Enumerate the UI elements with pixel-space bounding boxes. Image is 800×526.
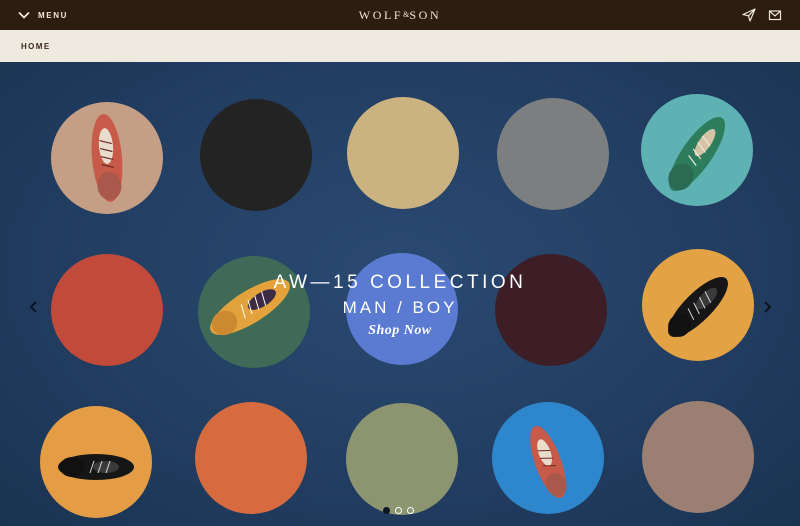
mail-icon <box>768 10 782 21</box>
send-button[interactable] <box>742 8 756 22</box>
slider-next-button[interactable] <box>759 299 775 315</box>
disc-r3-c5 <box>642 401 754 513</box>
slider-prev-button[interactable] <box>26 299 42 315</box>
hero-subtitle: MAN / BOY <box>342 298 458 317</box>
chevron-right-icon <box>764 301 772 313</box>
shoe-icon <box>58 454 134 480</box>
slider-pagination <box>383 507 414 514</box>
breadcrumb-home-link[interactable]: HOME <box>21 42 51 51</box>
disc-r1-c3 <box>347 97 459 209</box>
disc-r1-c4 <box>497 98 609 210</box>
disc-r1-c2 <box>200 99 312 211</box>
shop-now-label: Shop Now <box>368 323 432 338</box>
hero-image <box>40 94 754 518</box>
send-icon <box>742 8 756 22</box>
disc-r2-c1 <box>51 254 163 366</box>
mail-button[interactable] <box>768 8 782 22</box>
disc-r1-c1-with-shoe <box>51 102 163 214</box>
slider-dot-1[interactable] <box>383 507 390 514</box>
disc-r3-c2 <box>195 402 307 514</box>
brand-name-right: SON <box>409 8 442 22</box>
disc-r1-c5-with-shoe <box>641 94 753 206</box>
brand-logo[interactable]: WOLF&SON <box>0 8 800 23</box>
disc-r3-c1-with-shoe <box>40 406 152 518</box>
brand-name-left: WOLF <box>358 8 404 22</box>
shop-now-link[interactable]: Shop Now <box>200 323 600 339</box>
brand-ampersand: & <box>403 10 410 19</box>
breadcrumb: HOME <box>0 30 800 62</box>
slider-dot-3[interactable] <box>407 507 414 514</box>
disc-r3-c4-with-shoe <box>492 402 604 514</box>
disc-r3-c3 <box>346 403 458 515</box>
top-navigation-bar: MENU WOLF&SON <box>0 0 800 30</box>
hero-slider: AW—15 COLLECTION MAN / BOY Shop Now <box>0 62 800 526</box>
slider-dot-2[interactable] <box>395 507 402 514</box>
hero-title: AW—15 COLLECTION <box>273 272 527 293</box>
chevron-left-icon <box>29 301 37 313</box>
disc-r2-c5-with-shoe <box>642 249 754 361</box>
